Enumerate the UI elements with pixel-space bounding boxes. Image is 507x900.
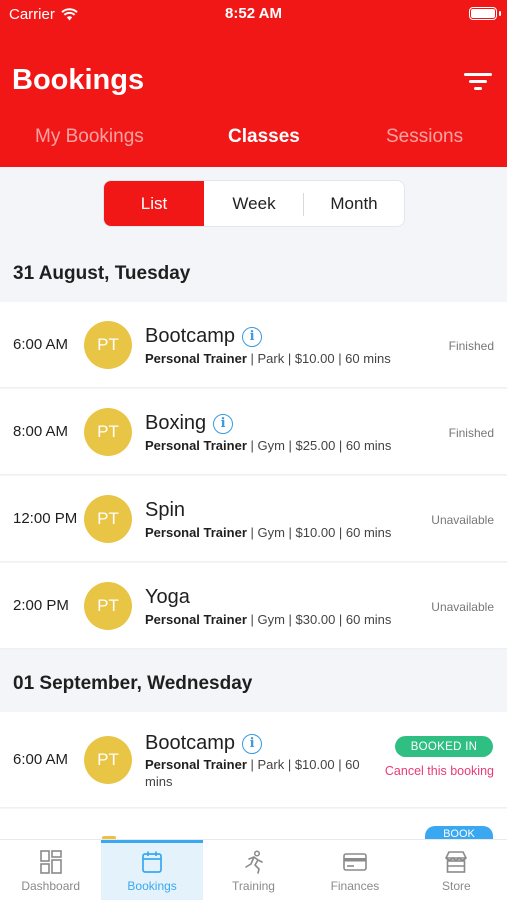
trainer-name: Personal Trainer — [145, 612, 247, 627]
status-bar: Carrier 8:52 AM — [0, 0, 507, 30]
trainer-name: Personal Trainer — [145, 525, 247, 540]
class-meta: | Park | $10.00 | 60 — [246, 757, 360, 772]
nav-label: Store — [441, 879, 471, 893]
class-meta: | Gym | $30.00 | 60 mins — [246, 612, 392, 627]
battery-icon — [469, 7, 497, 20]
bottom-nav: Dashboard Bookings Training Finances Sto… — [0, 839, 507, 900]
view-week-button[interactable]: Week — [204, 181, 304, 226]
class-row[interactable]: 2:00 PM PT Yoga Personal Trainer | Gym |… — [0, 563, 507, 649]
view-list-button[interactable]: List — [104, 181, 204, 226]
view-month-button[interactable]: Month — [304, 181, 404, 226]
avatar: PT — [84, 736, 132, 784]
cancel-booking-link[interactable]: Cancel this booking — [385, 764, 494, 778]
booked-in-badge: BOOKED IN — [395, 736, 493, 757]
tab-my-bookings[interactable]: My Bookings — [35, 126, 144, 148]
battery-cap — [499, 11, 501, 16]
dashboard-icon — [39, 850, 62, 874]
class-details: Personal Trainer | Gym | $25.00 | 60 min… — [145, 437, 391, 454]
day-heading: 01 September, Wednesday — [13, 673, 253, 694]
avatar: PT — [84, 408, 132, 456]
nav-finances[interactable]: Finances — [304, 840, 405, 900]
class-title: Yoga — [145, 586, 190, 609]
class-name: Spin — [145, 499, 186, 521]
book-button[interactable]: BOOK — [425, 826, 493, 840]
class-row[interactable]: 6:00 AM PT Bootcamp i Personal Trainer | … — [0, 712, 507, 808]
nav-label: Training — [232, 879, 275, 893]
class-details: Personal Trainer | Gym | $30.00 | 60 min… — [145, 611, 391, 628]
calendar-icon — [142, 851, 162, 873]
nav-store[interactable]: Store — [406, 840, 507, 900]
app-header: Carrier 8:52 AM Bookings My Bookings Cla… — [0, 0, 507, 167]
tab-sessions[interactable]: Sessions — [386, 126, 463, 148]
info-icon[interactable]: i — [242, 733, 263, 754]
class-row[interactable]: 12:00 PM PT Spin Personal Trainer | Gym … — [0, 476, 507, 562]
trainer-name: Personal Trainer — [145, 757, 247, 772]
class-title: Bootcamp i — [145, 732, 263, 755]
avatar: PT — [84, 321, 132, 369]
class-name: Bootcamp — [145, 732, 236, 754]
class-title: Boxing i — [145, 412, 234, 435]
info-icon[interactable]: i — [242, 326, 263, 347]
running-icon — [244, 850, 263, 874]
trainer-name: Personal Trainer — [145, 351, 247, 366]
view-toggle: List Week Month — [103, 180, 405, 227]
class-meta: | Gym | $10.00 | 60 mins — [246, 525, 392, 540]
class-details: Personal Trainer | Park | $10.00 | 60 mi… — [145, 350, 391, 367]
class-time: 6:00 AM — [13, 751, 69, 768]
nav-label: Dashboard — [21, 879, 81, 893]
page-title: Bookings — [12, 64, 145, 96]
class-title: Bootcamp i — [145, 325, 263, 348]
card-icon — [343, 853, 367, 871]
nav-training[interactable]: Training — [203, 840, 304, 900]
class-meta: | Park | $10.00 | 60 mins — [246, 351, 391, 366]
class-meta: | Gym | $25.00 | 60 mins — [246, 438, 392, 453]
class-time: 12:00 PM — [13, 510, 78, 527]
info-icon[interactable]: i — [213, 413, 234, 434]
class-status: Unavailable — [431, 513, 494, 527]
trainer-name: Personal Trainer — [145, 438, 247, 453]
store-icon — [445, 851, 468, 873]
class-details: Personal Trainer | Park | $10.00 | 60 mi… — [145, 756, 360, 790]
filter-icon[interactable] — [464, 70, 492, 92]
nav-label: Bookings — [127, 879, 177, 893]
avatar: PT — [84, 582, 132, 630]
nav-bookings[interactable]: Bookings — [101, 840, 204, 900]
nav-dashboard[interactable]: Dashboard — [0, 840, 101, 900]
booking-tabs: My Bookings Classes Sessions — [0, 120, 507, 160]
avatar: PT — [84, 495, 132, 543]
class-status: Unavailable — [431, 600, 494, 614]
view-week-label: Week — [232, 193, 276, 213]
class-name: Yoga — [145, 586, 190, 608]
class-title: Spin — [145, 499, 185, 522]
class-details: Personal Trainer | Gym | $10.00 | 60 min… — [145, 524, 391, 541]
tab-classes[interactable]: Classes — [228, 126, 300, 148]
class-time: 2:00 PM — [13, 597, 69, 614]
class-name: Boxing — [145, 412, 207, 434]
nav-label: Finances — [330, 879, 380, 893]
class-status: Finished — [448, 339, 494, 353]
class-row[interactable]: 6:00 AM PT Bootcamp i Personal Trainer | … — [0, 302, 507, 388]
day-heading: 31 August, Tuesday — [13, 263, 191, 284]
class-name: Bootcamp — [145, 325, 236, 347]
clock: 8:52 AM — [225, 5, 282, 22]
class-time: 8:00 AM — [13, 423, 69, 440]
class-row[interactable]: 8:00 AM PT Boxing i Personal Trainer | Gy… — [0, 389, 507, 475]
class-meta-cont: mins — [145, 774, 173, 789]
class-time: 6:00 AM — [13, 336, 69, 353]
class-status: Finished — [448, 426, 494, 440]
